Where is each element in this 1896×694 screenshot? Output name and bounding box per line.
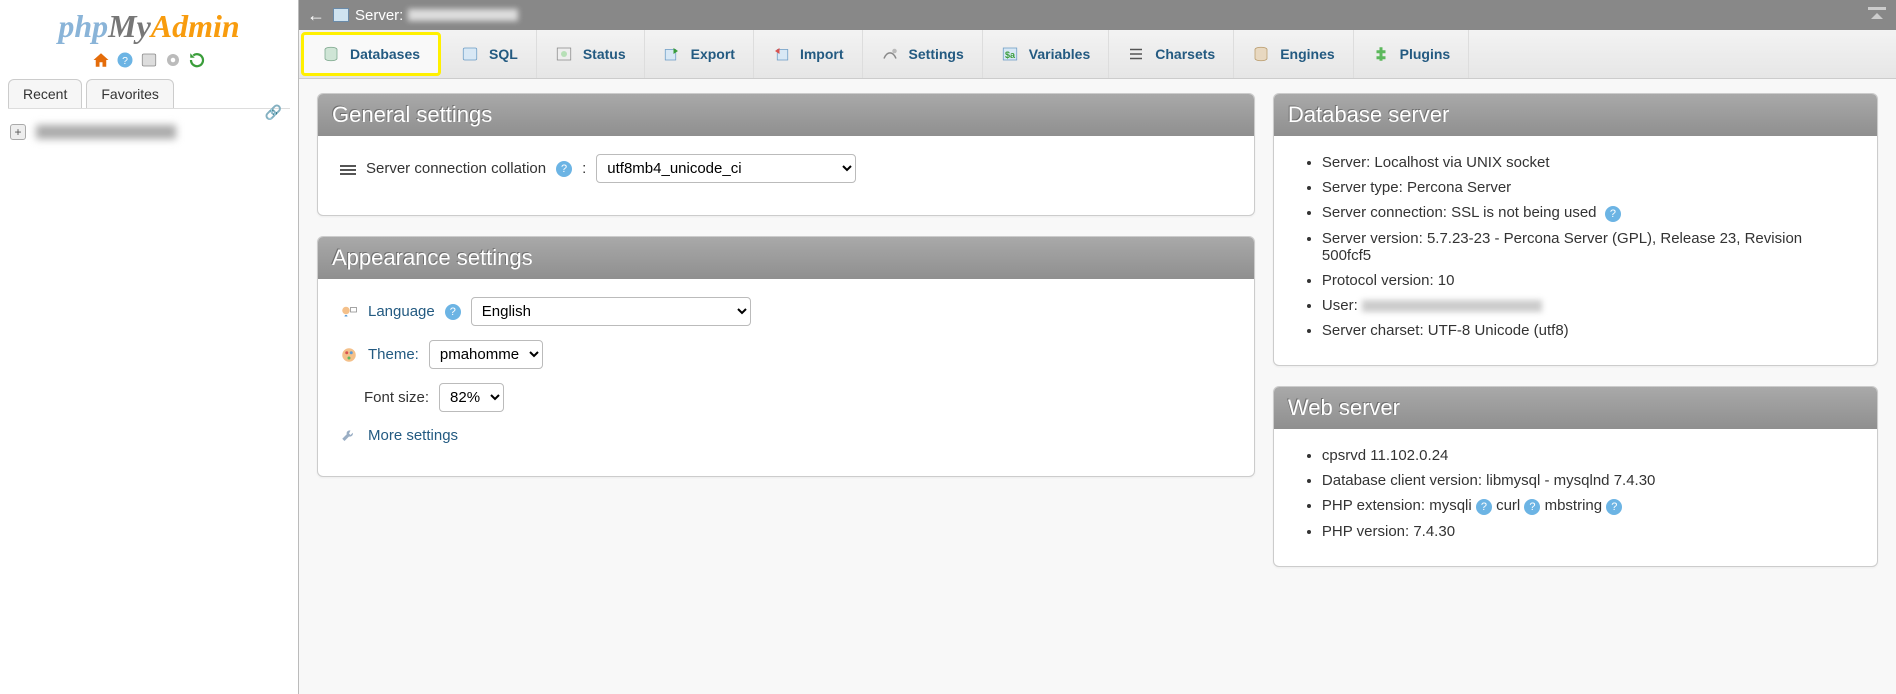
settings-icon xyxy=(881,45,899,63)
gear-icon[interactable] xyxy=(164,51,182,69)
tab-plugins[interactable]: Plugins xyxy=(1354,30,1470,78)
tab-databases[interactable]: Databases xyxy=(301,32,441,76)
tab-export[interactable]: Export xyxy=(645,30,754,78)
tab-variables[interactable]: $aVariables xyxy=(983,30,1110,78)
back-button[interactable]: ← xyxy=(307,5,325,26)
info-item: Server: Localhost via UNIX socket xyxy=(1322,154,1855,171)
fontsize-select[interactable]: 82% xyxy=(439,383,504,412)
sidebar: phpMyAdmin ? Recent Favorites 🔗 + xyxy=(0,0,298,694)
link-icon[interactable]: 🔗 xyxy=(265,104,282,121)
server-host xyxy=(408,9,518,21)
panel-db-server: Database server Server: Localhost via UN… xyxy=(1273,93,1878,366)
tab-settings[interactable]: Settings xyxy=(863,30,983,78)
collapse-icon[interactable] xyxy=(1866,5,1888,25)
expand-icon[interactable]: + xyxy=(10,124,26,140)
tab-charsets[interactable]: Charsets xyxy=(1109,30,1234,78)
help-icon[interactable]: ? xyxy=(445,304,461,320)
panel-appearance: Appearance settings Language ? English T… xyxy=(317,236,1255,477)
theme-label: Theme: xyxy=(368,346,419,363)
help-icon[interactable]: ? xyxy=(556,161,572,177)
logo: phpMyAdmin xyxy=(0,8,298,45)
help-icon[interactable]: ? xyxy=(116,51,134,69)
status-icon xyxy=(555,45,573,63)
help-icon[interactable]: ? xyxy=(1605,206,1621,222)
panel-title: Appearance settings xyxy=(318,237,1254,279)
charsets-icon xyxy=(1127,45,1145,63)
engines-icon xyxy=(1252,45,1270,63)
workarea: General settings Server connection colla… xyxy=(299,79,1896,694)
panel-title: General settings xyxy=(318,94,1254,136)
sql-icon[interactable] xyxy=(140,51,158,69)
tab-favorites[interactable]: Favorites xyxy=(86,79,174,108)
language-label: Language xyxy=(368,303,435,320)
language-icon xyxy=(340,303,358,321)
tab-recent[interactable]: Recent xyxy=(8,79,82,108)
main: ← Server: Databases SQL Status Export Im… xyxy=(298,0,1896,694)
help-icon[interactable]: ? xyxy=(1524,499,1540,515)
info-item: Server connection: SSL is not being used… xyxy=(1322,204,1855,222)
more-settings-link[interactable]: More settings xyxy=(368,427,458,444)
panel-title: Database server xyxy=(1274,94,1877,136)
info-item: Server charset: UTF-8 Unicode (utf8) xyxy=(1322,322,1855,339)
info-item: PHP extension: mysqli ? curl ? mbstring … xyxy=(1322,497,1855,515)
language-select[interactable]: English xyxy=(471,297,751,326)
tab-engines[interactable]: Engines xyxy=(1234,30,1353,78)
plugins-icon xyxy=(1372,45,1390,63)
server-label: Server: xyxy=(355,7,403,24)
info-item: PHP version: 7.4.30 xyxy=(1322,523,1855,540)
main-tabs: Databases SQL Status Export Import Setti… xyxy=(299,30,1896,79)
tab-sql[interactable]: SQL xyxy=(443,30,537,78)
wrench-icon xyxy=(340,426,358,444)
db-tree: + xyxy=(0,109,298,154)
db-tree-item[interactable] xyxy=(36,125,176,139)
panel-web-server: Web server cpsrvd 11.102.0.24 Database c… xyxy=(1273,386,1878,567)
fontsize-label: Font size: xyxy=(364,389,429,406)
export-icon xyxy=(663,45,681,63)
info-item: Protocol version: 10 xyxy=(1322,272,1855,289)
svg-text:$a: $a xyxy=(1005,50,1016,60)
topbar: ← Server: xyxy=(299,0,1896,30)
help-icon[interactable]: ? xyxy=(1476,499,1492,515)
help-icon[interactable]: ? xyxy=(1606,499,1622,515)
info-item: User: xyxy=(1322,297,1855,314)
tab-import[interactable]: Import xyxy=(754,30,863,78)
theme-select[interactable]: pmahomme xyxy=(429,340,543,369)
panel-general: General settings Server connection colla… xyxy=(317,93,1255,216)
sql-icon xyxy=(461,45,479,63)
collation-select[interactable]: utf8mb4_unicode_ci xyxy=(596,154,856,183)
list-icon xyxy=(340,163,356,175)
theme-icon xyxy=(340,346,358,364)
info-item: Server version: 5.7.23-23 - Percona Serv… xyxy=(1322,230,1855,264)
sidebar-toolbar: ? xyxy=(0,51,298,69)
home-icon[interactable] xyxy=(92,51,110,69)
svg-text:?: ? xyxy=(122,55,128,67)
info-item: Server type: Percona Server xyxy=(1322,179,1855,196)
tab-status[interactable]: Status xyxy=(537,30,645,78)
server-icon xyxy=(333,8,349,22)
collation-label: Server connection collation xyxy=(366,160,546,177)
panel-title: Web server xyxy=(1274,387,1877,429)
refresh-icon[interactable] xyxy=(188,51,206,69)
info-item: cpsrvd 11.102.0.24 xyxy=(1322,447,1855,464)
import-icon xyxy=(772,45,790,63)
sidebar-tabs: Recent Favorites xyxy=(8,79,290,109)
info-item: Database client version: libmysql - mysq… xyxy=(1322,472,1855,489)
database-icon xyxy=(322,45,340,63)
variables-icon: $a xyxy=(1001,45,1019,63)
